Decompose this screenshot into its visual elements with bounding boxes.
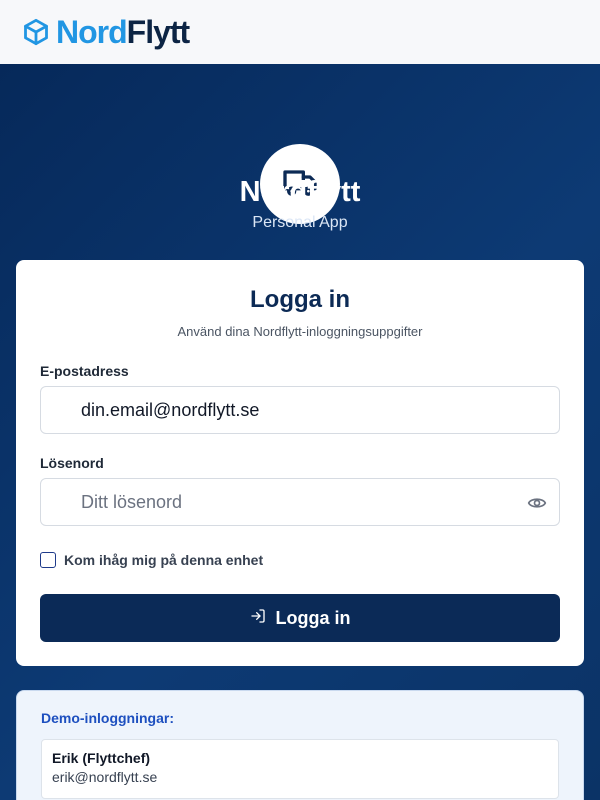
remember-checkbox[interactable]	[40, 552, 56, 568]
logo-flytt: Flytt	[126, 14, 191, 50]
login-button-label: Logga in	[275, 607, 351, 628]
box-icon	[22, 18, 50, 46]
login-icon	[250, 608, 266, 629]
login-subtitle: Använd dina Nordflytt-inloggningsuppgift…	[177, 324, 423, 339]
password-label: Lösenord	[40, 455, 104, 471]
nordflytt-logo[interactable]: NordFlytt	[22, 14, 191, 50]
remember-me[interactable]: Kom ihåg mig på denna enhet	[40, 552, 263, 568]
remember-label: Kom ihåg mig på denna enhet	[64, 552, 264, 568]
login-button[interactable]: Logga in	[40, 594, 560, 642]
demo-logins-panel: Demo-inloggningar: Erik (Flyttchef) erik…	[16, 690, 584, 800]
demo-title: Demo-inloggningar:	[41, 710, 174, 726]
password-field[interactable]: Ditt lösenord	[40, 478, 560, 526]
email-field[interactable]: din.email@nordflytt.se	[40, 386, 560, 434]
logo-nord: Nord	[56, 14, 128, 50]
top-bar: NordFlytt	[0, 0, 600, 64]
demo-login-name: Erik (Flyttchef)	[52, 750, 151, 766]
demo-login-item[interactable]: Erik (Flyttchef) erik@nordflytt.se	[41, 739, 559, 799]
email-label: E-postadress	[40, 363, 129, 379]
logo-wordmark: NordFlytt	[56, 14, 191, 50]
app-subtitle: Personal App	[252, 214, 348, 231]
demo-login-email: erik@nordflytt.se	[52, 769, 158, 785]
app-title: Nordflytt	[239, 176, 361, 208]
login-card: Logga in Använd dina Nordflytt-inloggnin…	[16, 260, 584, 666]
eye-icon[interactable]	[527, 493, 547, 513]
login-title: Logga in	[250, 286, 350, 313]
password-placeholder: Ditt lösenord	[81, 491, 183, 512]
